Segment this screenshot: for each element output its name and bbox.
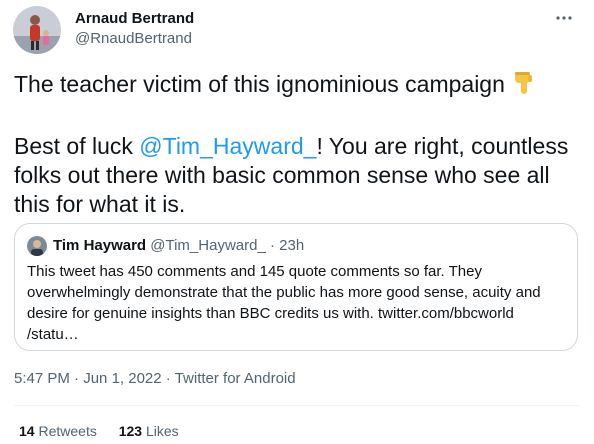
tweet-text: The teacher victim of this ignominious c… (14, 70, 580, 219)
likes-count: 123 (118, 423, 143, 439)
tweet-text-segment: Best of luck (14, 133, 140, 159)
author-handle[interactable]: @RnaudBertrand (75, 30, 192, 48)
engagement-stats: 14 Retweets 123 Likes (19, 422, 197, 440)
quoted-tweet-card[interactable]: Tim Hayward @Tim_Hayward_ · 23h This twe… (14, 223, 578, 351)
separator: · (269, 237, 275, 254)
more-icon (556, 16, 572, 20)
divider (14, 405, 580, 406)
point-down-icon (511, 70, 537, 103)
separator: · (74, 370, 80, 387)
author-name[interactable]: Arnaud Bertrand (75, 10, 194, 28)
tweet-meta: 5:47 PM · Jun 1, 2022 · Twitter for Andr… (14, 369, 296, 389)
tweet-paragraph-2: Best of luck @Tim_Hayward_! You are righ… (14, 132, 580, 219)
quote-header: Tim Hayward @Tim_Hayward_ · 23h (53, 236, 304, 256)
mention-link[interactable]: @Tim_Hayward_ (139, 133, 316, 159)
tweet-line-1: The teacher victim of this ignominious c… (14, 71, 505, 97)
likes-stat[interactable]: 123 Likes (119, 422, 179, 440)
quote-author-name: Tim Hayward (53, 237, 147, 254)
likes-label: Likes (145, 423, 179, 439)
quote-time: 23h (279, 237, 305, 254)
tweet-date[interactable]: Jun 1, 2022 (83, 370, 161, 387)
tweet-time[interactable]: 5:47 PM (14, 370, 70, 387)
retweets-label: Retweets (38, 423, 97, 439)
tweet-paragraph-1: The teacher victim of this ignominious c… (14, 70, 580, 103)
tweet-source[interactable]: Twitter for Android (175, 370, 296, 387)
separator: · (165, 370, 171, 387)
retweets-stat[interactable]: 14 Retweets (19, 422, 97, 440)
quote-author-handle: @Tim_Hayward_ (150, 237, 266, 254)
quote-text: This tweet has 450 comments and 145 quot… (27, 263, 541, 343)
quote-avatar[interactable] (27, 236, 47, 256)
retweets-count: 14 (19, 423, 35, 439)
avatar[interactable] (13, 6, 61, 54)
more-options-button[interactable] (552, 6, 576, 30)
